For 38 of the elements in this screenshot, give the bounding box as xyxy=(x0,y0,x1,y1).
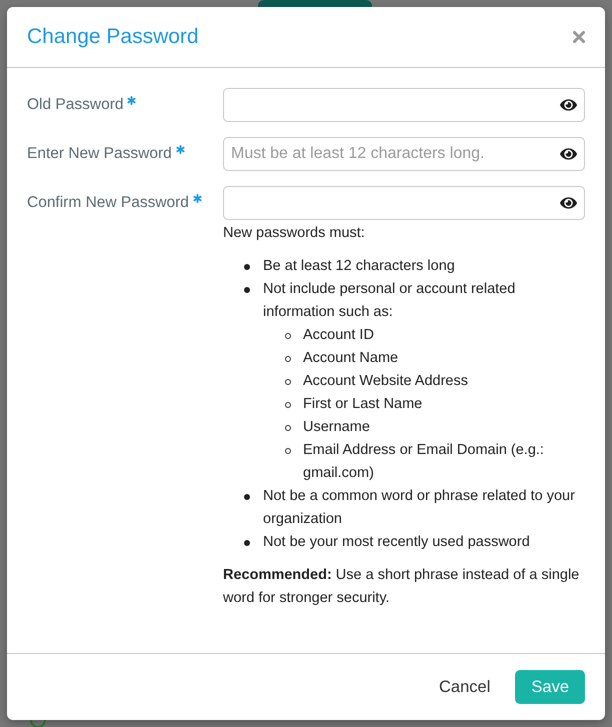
password-field[interactable]: Must be at least 12 characters long. xyxy=(223,137,585,171)
requirement-text: Be at least 12 characters long xyxy=(263,257,456,276)
circle-bullet-icon xyxy=(285,356,291,362)
circle-bullet-icon xyxy=(285,378,291,384)
circle-bullet-icon xyxy=(285,424,291,430)
close-button[interactable] xyxy=(573,31,585,43)
eye-icon xyxy=(560,146,577,162)
requirement-text: Account ID xyxy=(303,326,375,345)
dialog-title: Change Password xyxy=(27,25,199,49)
circle-bullet-icon xyxy=(285,332,291,338)
recommendation-text: Recommended: Use a short phrase instead of a single word for stronger security. xyxy=(223,566,580,608)
requirement-text: Account Name xyxy=(303,349,400,368)
eye-icon xyxy=(560,194,577,212)
requirement-text: Email Address or Email Domain (e.g.: gmail.com) xyxy=(303,441,545,483)
close-icon xyxy=(573,31,585,43)
field-label: Confirm New Password xyxy=(27,193,189,213)
circle-bullet-icon xyxy=(285,448,291,454)
requirement-text: First or Last Name xyxy=(303,395,424,414)
cancel-button[interactable]: Cancel xyxy=(427,672,502,702)
requirement-text: Not include personal or account related information such as: xyxy=(263,280,516,322)
password-field[interactable] xyxy=(223,186,585,220)
eye-icon xyxy=(560,96,577,114)
field-label: Old Password xyxy=(27,95,124,115)
requirement-text: Not be your most recently used password xyxy=(263,533,531,552)
show-password-button[interactable] xyxy=(560,96,577,114)
requirements-intro: New passwords must: xyxy=(223,224,366,243)
requirement-text: Account Website Address xyxy=(303,372,469,391)
show-password-button[interactable] xyxy=(560,146,577,162)
show-password-button[interactable] xyxy=(560,194,577,212)
requirement-text: Not be a common word or phrase related to your organization xyxy=(263,487,576,529)
bullet-icon xyxy=(244,540,250,546)
requirement-text: Username xyxy=(303,418,371,437)
bullet-icon xyxy=(244,286,250,292)
bullet-icon xyxy=(244,494,250,500)
bullet-icon xyxy=(244,264,250,270)
field-label: Enter New Password xyxy=(27,144,172,164)
password-field[interactable] xyxy=(223,88,585,122)
circle-bullet-icon xyxy=(285,402,291,408)
